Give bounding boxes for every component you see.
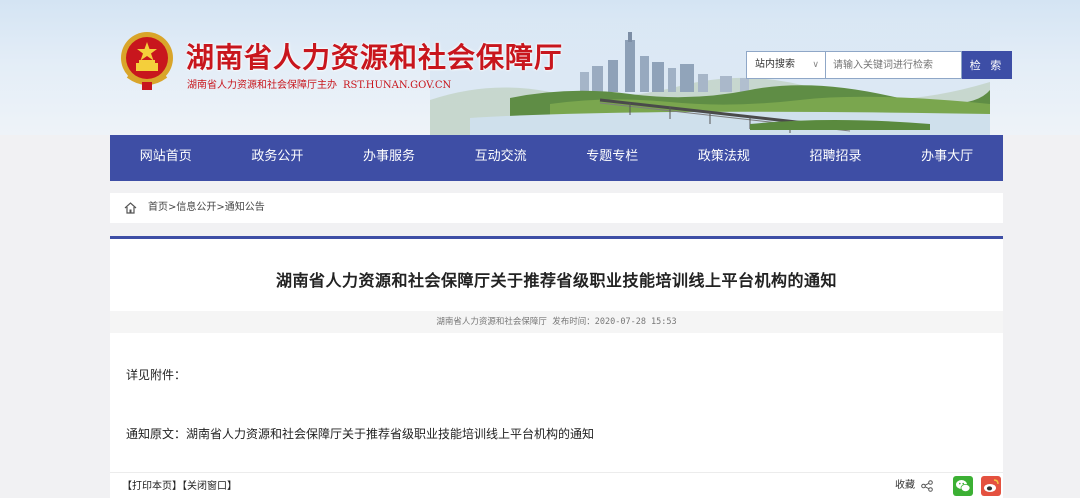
search-box: 站内搜索 ∨ 检 索 [746,51,1012,79]
wechat-icon[interactable] [953,476,973,496]
article-title: 湖南省人力资源和社会保障厅关于推荐省级职业技能培训线上平台机构的通知 [275,271,837,290]
article-paragraph: 详见附件： [126,368,187,382]
nav-item-interaction[interactable]: 互动交流 [445,135,557,181]
original-notice-label: 通知原文： [126,427,187,441]
weibo-icon[interactable] [981,476,1001,496]
share-tools: 收藏 [895,474,1001,498]
print-page-link[interactable]: 【打印本页】 [122,481,182,492]
breadcrumb-separator: > [216,202,225,213]
article-toolbar: 【打印本页】【关闭窗口】 收藏 [110,472,1003,498]
main-nav: 网站首页 政务公开 办事服务 互动交流 专题专栏 政策法规 招聘招录 办事大厅 [110,135,1003,181]
breadcrumb-home[interactable]: 首页 [148,202,168,213]
nav-item-service-hall[interactable]: 办事大厅 [891,135,1003,181]
breadcrumb-info-disclosure[interactable]: 信息公开 [176,202,216,213]
search-input[interactable] [825,51,962,79]
article-meta: 湖南省人力资源和社会保障厅 发布时间：2020-07-28 15:53 [110,311,1003,333]
site-title: 湖南省人力资源和社会保障厅 [186,41,564,74]
nav-item-topics[interactable]: 专题专栏 [557,135,669,181]
site-subtitle-text: 湖南省人力资源和社会保障厅主办 [187,80,337,91]
nav-item-services[interactable]: 办事服务 [333,135,445,181]
emblem-icon [121,32,173,90]
search-scope-label: 站内搜索 [755,59,795,70]
article-source: 湖南省人力资源和社会保障厅 [436,317,547,327]
publish-time: 2020-07-28 15:53 [594,317,677,327]
share-icon[interactable] [921,480,933,492]
page-tools: 【打印本页】【关闭窗口】 [122,474,237,498]
search-scope-select[interactable]: 站内搜索 ∨ [746,51,825,79]
chevron-down-icon: ∨ [812,60,819,70]
search-button[interactable]: 检 索 [962,51,1012,79]
site-url: RST.HUNAN.GOV.CN [343,80,452,91]
favorite-link[interactable]: 收藏 [895,473,915,498]
nav-item-recruitment[interactable]: 招聘招录 [780,135,892,181]
close-window-link[interactable]: 【关闭窗口】 [182,481,237,492]
article-paragraph: 通知原文：湖南省人力资源和社会保障厅关于推荐省级职业技能培训线上平台机构的通知 [126,425,594,442]
nav-item-policies[interactable]: 政策法规 [668,135,780,181]
nav-item-government-affairs[interactable]: 政务公开 [222,135,334,181]
article-panel: 湖南省人力资源和社会保障厅关于推荐省级职业技能培训线上平台机构的通知 湖南省人力… [110,236,1003,498]
site-header: 湖南省人力资源和社会保障厅 湖南省人力资源和社会保障厅主办 RST.HUNAN.G… [0,0,1080,135]
breadcrumb-trail: 首页>信息公开>通知公告 [148,193,265,223]
publish-time-label: 发布时间： [552,317,595,327]
home-icon [124,202,137,214]
breadcrumb-notices[interactable]: 通知公告 [225,202,265,213]
original-notice-link[interactable]: 湖南省人力资源和社会保障厅关于推荐省级职业技能培训线上平台机构的通知 [186,427,594,441]
site-subtitle: 湖南省人力资源和社会保障厅主办 RST.HUNAN.GOV.CN [187,76,451,91]
nav-item-home[interactable]: 网站首页 [110,135,222,181]
breadcrumb: 首页>信息公开>通知公告 [110,193,1003,223]
